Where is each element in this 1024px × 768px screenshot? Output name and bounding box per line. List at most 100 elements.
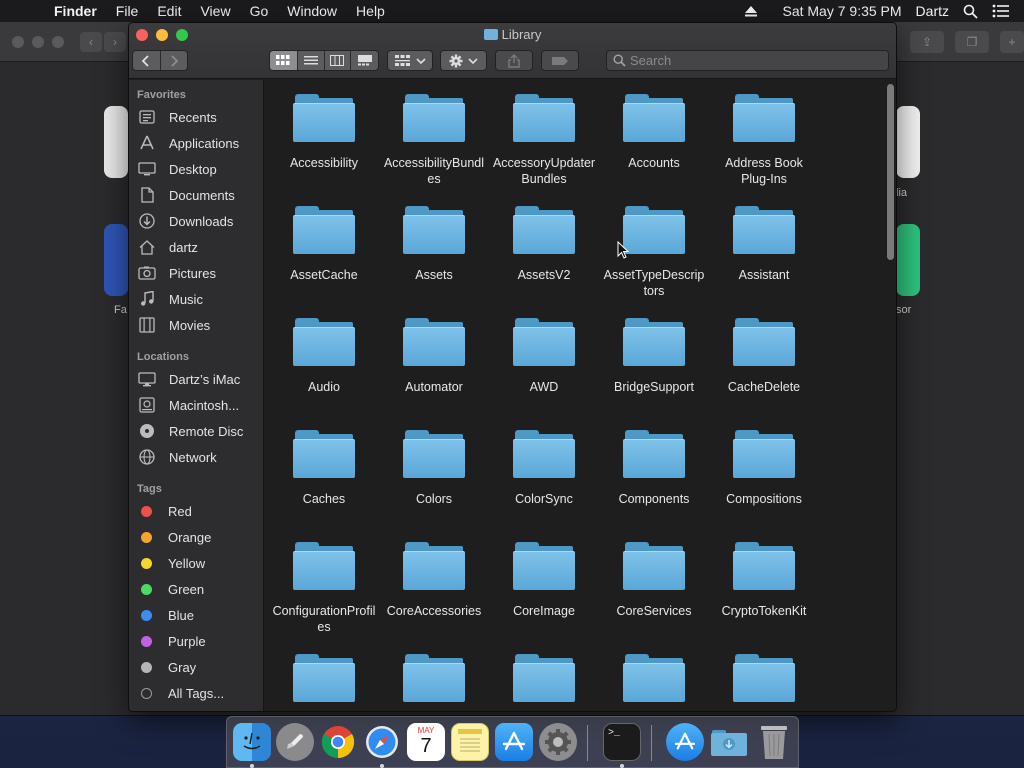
folder-item[interactable]: BridgeSupport (599, 304, 709, 416)
folder-item[interactable]: AssetCache (269, 192, 379, 304)
sidebar-tag-blue[interactable]: Blue (137, 603, 262, 627)
dock-finder[interactable] (233, 723, 271, 761)
sidebar-tag-gray[interactable]: Gray (137, 655, 262, 679)
menu-go[interactable]: Go (250, 3, 269, 19)
folder-item[interactable]: AssetsV2 (489, 192, 599, 304)
dock-launchpad[interactable] (276, 723, 314, 761)
sidebar-item-imac[interactable]: Dartz’s iMac (137, 367, 262, 391)
bg-app-tile-3[interactable] (896, 106, 920, 178)
sidebar-tag-purple[interactable]: Purple (137, 629, 262, 653)
forward-button[interactable] (161, 51, 188, 70)
gallery-view-button[interactable] (351, 51, 378, 70)
sidebar-item-music[interactable]: Music (137, 287, 262, 311)
sidebar-tag-all-tags[interactable]: All Tags... (137, 681, 262, 705)
folder-item[interactable]: ConfigurationProfiles (269, 528, 379, 640)
icon-view-button[interactable] (270, 51, 298, 70)
folder-item[interactable]: Accessibility (269, 80, 379, 192)
dock-app-store[interactable] (495, 723, 533, 761)
bg-zoom-button[interactable] (52, 36, 64, 48)
sidebar-item-recents[interactable]: Recents (137, 105, 262, 129)
dock-system-preferences[interactable] (539, 723, 577, 761)
scrollbar-thumb[interactable] (887, 84, 894, 260)
folder-item[interactable]: Automator (379, 304, 489, 416)
search-input[interactable] (630, 53, 870, 68)
sidebar-item-documents[interactable]: Documents (137, 183, 262, 207)
action-menu-button[interactable] (440, 50, 487, 71)
share-button[interactable] (495, 50, 533, 71)
dock-calendar[interactable]: MAY 7 (407, 723, 445, 761)
dock-notes[interactable] (451, 723, 489, 761)
bg-back-button[interactable]: ‹ (80, 32, 102, 52)
folder-item[interactable] (709, 640, 819, 711)
bg-app-tile-4[interactable] (896, 224, 920, 296)
folder-item[interactable]: Assets (379, 192, 489, 304)
sidebar-tag-red[interactable]: Red (137, 499, 262, 523)
bg-app-tile-2[interactable] (104, 224, 128, 296)
bg-minimize-button[interactable] (32, 36, 44, 48)
menu-user[interactable]: Dartz (916, 3, 949, 19)
column-view-button[interactable] (325, 51, 352, 70)
sidebar-tag-yellow[interactable]: Yellow (137, 551, 262, 575)
folder-item[interactable]: CacheDelete (709, 304, 819, 416)
dock-terminal[interactable]: >_ (603, 723, 641, 761)
bg-forward-button[interactable]: › (104, 32, 126, 52)
sidebar-item-remote-disc[interactable]: Remote Disc (137, 419, 262, 443)
folder-item[interactable]: AccessibilityBundles (379, 80, 489, 192)
folder-item[interactable]: CoreImage (489, 528, 599, 640)
sidebar-item-home[interactable]: dartz (137, 235, 262, 259)
folder-item[interactable]: CoreServices (599, 528, 709, 640)
list-view-button[interactable] (298, 51, 325, 70)
sidebar-item-movies[interactable]: Movies (137, 313, 262, 337)
back-button[interactable] (133, 51, 161, 70)
menu-help[interactable]: Help (356, 3, 385, 19)
folder-item[interactable]: Audio (269, 304, 379, 416)
menu-app-name[interactable]: Finder (54, 3, 97, 19)
bg-new-tab-button[interactable]: + (1000, 31, 1024, 53)
menu-edit[interactable]: Edit (157, 3, 181, 19)
dock-applications-folder[interactable] (666, 723, 704, 761)
dock-chrome[interactable] (319, 723, 357, 761)
sidebar-item-desktop[interactable]: Desktop (137, 157, 262, 181)
search-field[interactable] (606, 50, 889, 71)
folder-item[interactable]: Colors (379, 416, 489, 528)
sidebar-item-network[interactable]: Network (137, 445, 262, 469)
edit-tags-button[interactable] (541, 50, 579, 71)
sidebar-item-macintosh-hd[interactable]: Macintosh... (137, 393, 262, 417)
menu-clock[interactable]: Sat May 7 9:35 PM (782, 3, 901, 19)
vertical-scrollbar[interactable] (883, 80, 896, 711)
bg-close-button[interactable] (12, 36, 24, 48)
bg-app-tile-1[interactable] (104, 106, 128, 178)
folder-item[interactable]: CryptoTokenKit (709, 528, 819, 640)
folder-item[interactable]: Accounts (599, 80, 709, 192)
folder-item[interactable]: AccessoryUpdaterBundles (489, 80, 599, 192)
folder-item[interactable]: Assistant (709, 192, 819, 304)
menu-view[interactable]: View (200, 3, 230, 19)
folder-item[interactable]: AWD (489, 304, 599, 416)
menu-file[interactable]: File (116, 3, 139, 19)
sidebar-tag-green[interactable]: Green (137, 577, 262, 601)
folder-item[interactable] (599, 640, 709, 711)
folder-item[interactable] (379, 640, 489, 711)
dock-downloads-folder[interactable] (710, 723, 748, 761)
dock-trash[interactable] (755, 723, 793, 761)
spotlight-search-icon[interactable] (963, 4, 978, 19)
folder-item[interactable]: Components (599, 416, 709, 528)
folder-item[interactable]: CoreAccessories (379, 528, 489, 640)
bg-tabs-button[interactable]: ❐ (955, 31, 989, 53)
folder-item[interactable] (269, 640, 379, 711)
eject-icon[interactable] (744, 5, 758, 17)
folder-item[interactable]: ColorSync (489, 416, 599, 528)
notification-center-icon[interactable] (992, 4, 1010, 18)
folder-item[interactable]: Caches (269, 416, 379, 528)
dock-safari[interactable] (363, 723, 401, 761)
sidebar-item-downloads[interactable]: Downloads (137, 209, 262, 233)
sidebar-item-applications[interactable]: Applications (137, 131, 262, 155)
group-by-button[interactable] (387, 50, 433, 71)
folder-item[interactable]: Address Book Plug-Ins (709, 80, 819, 192)
folder-item[interactable]: AssetTypeDescriptors (599, 192, 709, 304)
bg-share-button[interactable]: ⇪ (910, 31, 944, 53)
sidebar-item-pictures[interactable]: Pictures (137, 261, 262, 285)
menu-window[interactable]: Window (287, 3, 337, 19)
sidebar-tag-orange[interactable]: Orange (137, 525, 262, 549)
folder-item[interactable]: Compositions (709, 416, 819, 528)
